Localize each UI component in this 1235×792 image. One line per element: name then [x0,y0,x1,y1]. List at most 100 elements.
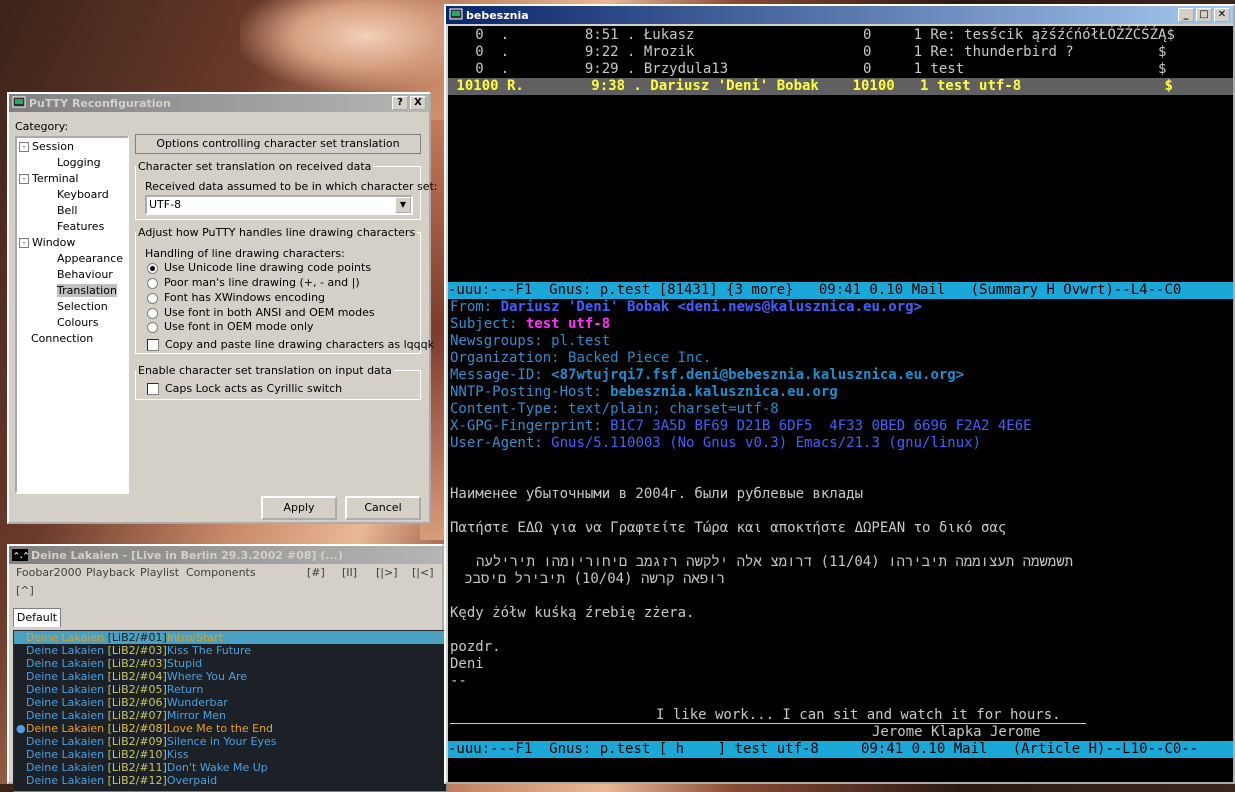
playlist-row[interactable]: Deine Lakaien [LiB2/#09]Silence in Your … [14,735,446,748]
playlist-row[interactable]: Deine Lakaien [LiB2/#11]Don't Wake Me Up [14,761,446,774]
radio-xwindows[interactable]: Font has XWindows encoding [147,291,325,304]
summary-line[interactable]: 0 . 9:29 . Brzydula13 0 1 test $ [450,61,1166,78]
tree-item-session[interactable]: - Session [19,140,74,153]
copy-paste-checkbox[interactable]: Copy and paste line drawing characters a… [147,338,434,351]
terminal-titlebar[interactable]: bebesznia _ □ ✕ [446,6,1233,24]
playlist-row[interactable]: Deine Lakaien [LiB2/#10]Kiss [14,748,446,761]
charset-select[interactable]: UTF-8 ▼ [145,195,413,215]
wallpaper-face [240,0,450,90]
summary-line[interactable]: 0 . 9:22 . Mrozik 0 1 Re: thunderbird ? … [450,44,1166,61]
header-organization: Organization: Backed Piece Inc. [450,350,712,366]
tree-item-colours[interactable]: Colours [57,316,98,329]
category-label: Category: [15,120,69,133]
playlist-row[interactable]: Deine Lakaien [LiB2/#01]Intro/Start [14,631,446,644]
header-newsgroups: Newsgroups: pl.test [450,333,611,349]
foobar-titlebar[interactable]: ^.^ Deine Lakaien - [Live in Berlin 29.3… [9,546,442,564]
previous-button[interactable]: [|<] [412,566,434,579]
terminal-screen[interactable]: 0 . 8:51 . Łukasz 0 1 Re: tesścik ążśźćń… [448,26,1233,782]
signature-separator: -- [450,673,467,689]
radio-unicode[interactable]: Use Unicode line drawing code points [147,261,371,274]
section-header: Options controlling character set transl… [135,134,421,154]
playlist-row[interactable]: Deine Lakaien [LiB2/#12]Overpaid [14,774,446,787]
signature-name: Deni [450,656,484,672]
pause-button[interactable]: [II] [342,566,357,579]
menu-playlist[interactable]: Playlist [140,566,179,579]
header-user-agent: User-Agent: Gnus/5.110003 (No Gnus v0.3)… [450,435,982,451]
tree-item-window[interactable]: - Window [19,236,75,249]
putty-app-icon [449,8,463,20]
header-gpg: X-GPG-Fingerprint: B1C7 3A5D BF69 D21B 6… [450,418,1032,434]
playlist-row[interactable]: Deine Lakaien [LiB2/#03]Stupid [14,657,446,670]
playlist-row[interactable]: Deine Lakaien [LiB2/#04]Where You Are [14,670,446,683]
body-hebrew-2: רופאה קרשה (10/04) תיבירל םיסבכ [464,571,725,587]
tree-item-connection[interactable]: Connection [31,332,93,345]
foobar-title: Deine Lakaien - [Live in Berlin 29.3.200… [31,548,343,562]
tree-item-features[interactable]: Features [57,220,104,233]
putty-titlebar[interactable]: PuTTY Reconfiguration ? X [9,94,429,112]
line-drawing-label: Handling of line drawing characters: [145,247,345,260]
cancel-button[interactable]: Cancel [345,496,421,520]
received-charset-label: Received data assumed to be in which cha… [145,180,438,193]
menu-components[interactable]: Components [186,566,256,579]
apply-button[interactable]: Apply [261,496,337,520]
maximize-button[interactable]: □ [1196,8,1212,22]
tree-item-appearance[interactable]: Appearance [57,252,123,265]
radio-oem-only[interactable]: Use font in OEM mode only [147,320,314,333]
playlist-row-playing[interactable]: ● Deine Lakaien [LiB2/#08]Love Me to the … [14,722,446,735]
header-message-id: Message-ID: <87wtujrqi7.fsf.deni@bebeszn… [450,367,965,383]
tree-item-selection[interactable]: Selection [57,300,108,313]
tree-item-behaviour[interactable]: Behaviour [57,268,113,281]
body-greek: Πατήστε ΕΔΩ για να Γραφτείτε Τώρα και απ… [450,520,1007,536]
collapse-icon[interactable]: - [19,142,29,152]
category-tree[interactable]: - Session Logging - Terminal Keyboard Bell… [15,136,129,494]
tree-item-translation[interactable]: Translation [57,284,117,297]
signature-greeting: pozdr. [450,639,501,655]
now-playing-icon: ● [16,722,26,735]
radio-poor-mans[interactable]: Poor man's line drawing (+, - and |) [147,276,360,289]
close-button[interactable]: X [410,96,426,110]
minimize-button[interactable]: _ [1178,8,1194,22]
capslock-checkbox[interactable]: Caps Lock acts as Cyrillic switch [147,382,342,395]
tab-default[interactable]: Default [13,608,61,627]
close-button[interactable]: ✕ [1214,8,1230,22]
putty-title: PuTTY Reconfiguration [29,96,171,110]
summary-line[interactable]: 0 . 8:51 . Łukasz 0 1 Re: tesścik ążśźćń… [450,27,1175,44]
playlist-row[interactable]: Deine Lakaien [LiB2/#07]Mirror Men [14,709,446,722]
foobar-window: ^.^ Deine Lakaien - [Live in Berlin 29.3… [7,544,447,792]
tree-item-logging[interactable]: Logging [57,156,101,169]
article-modeline: -uuu:---F1 Gnus: p.test [ h ] test utf-8… [448,741,1233,758]
play-button[interactable]: [|>] [376,566,398,579]
signature-quote: I like work... I can sit and watch it fo… [656,707,1061,723]
menu-playback[interactable]: Playback [86,566,135,579]
line-drawing-group: Adjust how PuTTY handles line drawing ch… [135,226,421,354]
stop-button[interactable]: [#] [307,566,325,579]
header-from: From: Dariusz 'Deni' Bobak <deni.news@ka… [450,299,923,315]
collapse-icon[interactable]: - [19,174,29,184]
terminal-window: bebesznia _ □ ✕ 0 . 8:51 . Łukasz 0 1 Re… [444,4,1235,784]
collapse-icon[interactable]: - [19,238,29,248]
playlist[interactable]: Deine Lakaien [LiB2/#01]Intro/Start Dein… [13,630,447,792]
body-hebrew-1: תשמשמה תעצוממה תיבירהו (11/04) דרומצ אלה… [476,554,1073,570]
putty-reconfiguration-window: PuTTY Reconfiguration ? X Category: - Ses… [7,92,438,524]
tree-item-bell[interactable]: Bell [57,204,77,217]
dropdown-arrow-icon[interactable]: ▼ [395,197,411,213]
putty-app-icon [12,96,26,108]
signature-quote-author: Jerome Klapka Jerome [872,724,1041,740]
tree-item-keyboard[interactable]: Keyboard [57,188,109,201]
playlist-row[interactable]: Deine Lakaien [LiB2/#03]Kiss The Future [14,644,446,657]
tree-item-terminal[interactable]: - Terminal [19,172,79,185]
header-nntp-host: NNTP-Posting-Host: bebesznia.kalusznica.… [450,384,838,400]
foobar-menubar: Foobar2000 Playback Playlist Components … [9,566,442,597]
summary-modeline: -uuu:---F1 Gnus: p.test [81431] {3 more}… [448,282,1233,299]
body-polish: Kędy żółw kuśką źrebię zżera. [450,605,695,621]
terminal-title: bebesznia [466,8,529,22]
playlist-row[interactable]: Deine Lakaien [LiB2/#06]Wunderbar [14,696,446,709]
menu-foobar2000[interactable]: Foobar2000 [16,566,82,579]
radio-ansi-oem[interactable]: Use font in both ANSI and OEM modes [147,306,375,319]
help-button[interactable]: ? [392,96,408,110]
summary-line-selected[interactable]: 10100 R. 9:38 . Dariusz 'Deni' Bobak 101… [448,78,1233,95]
playlist-row[interactable]: Deine Lakaien [LiB2/#05]Return [14,683,446,696]
open-button[interactable]: [^] [16,584,34,597]
header-content-type: Content-Type: text/plain; charset=utf-8 [450,401,779,417]
foobar-app-icon: ^.^ [12,549,28,561]
